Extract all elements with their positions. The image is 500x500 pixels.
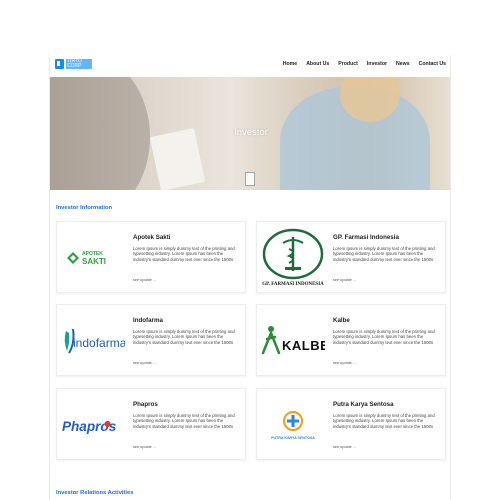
section-title-investor-relations: Investor Relations Activities	[56, 490, 134, 496]
company-card-kalbe: KALBE Kalbe Lorem Ipsum is simply dummy …	[256, 304, 446, 376]
nav-contact-us[interactable]: Contact Us	[419, 61, 446, 67]
nav-product[interactable]: Product	[338, 61, 358, 67]
company-description: Lorem Ipsum is simply dummy text of the …	[133, 246, 235, 262]
indofarma-logo: indofarma	[61, 309, 125, 373]
section-title-investor-information: Investor Information	[56, 205, 113, 211]
company-name: Apotek Sakti	[133, 234, 171, 241]
gp-farmasi-logo: GP. FARMASI INDONESIA	[261, 226, 325, 290]
see-update-link[interactable]: see update ...	[333, 278, 356, 282]
apotek-sakti-logo-bottom: SAKTI	[82, 257, 106, 266]
hero-banner: Investor	[50, 77, 450, 190]
page: TIRTO CORP Home About Us Product Investo…	[49, 55, 451, 500]
logo-text-line2: CORP	[67, 63, 82, 69]
phapros-logo: Phapros	[61, 393, 125, 457]
kalbe-logo-text: KALBE	[282, 338, 325, 353]
nav-home[interactable]: Home	[283, 61, 297, 67]
company-description: Lorem Ipsum is simply dummy text of the …	[133, 329, 235, 345]
nav-about-us[interactable]: About Us	[306, 61, 329, 67]
apotek-sakti-logo: APOTEK SAKTI	[61, 226, 125, 290]
company-description: Lorem Ipsum is simply dummy text of the …	[333, 246, 435, 262]
putra-karya-sentosa-logo-text: PUTRA KARYA SENTOSA	[271, 436, 315, 440]
company-name: GP. Farmasi Indonesia	[333, 234, 399, 241]
company-description: Lorem Ipsum is simply dummy text of the …	[333, 329, 435, 345]
company-name: Phapros	[133, 401, 158, 408]
gp-farmasi-logo-caption: GP. FARMASI INDONESIA	[262, 282, 324, 287]
company-card-apotek-sakti: APOTEK SAKTI Apotek Sakti Lorem Ipsum is…	[56, 221, 246, 293]
kalbe-logo: KALBE	[261, 309, 325, 373]
logo-icon	[55, 59, 64, 69]
main-nav: Home About Us Product Investor News Cont…	[274, 61, 446, 67]
company-name: Putra Karya Sentosa	[333, 401, 394, 408]
logo-wordmark: TIRTO CORP	[66, 59, 92, 69]
site-header: TIRTO CORP Home About Us Product Investo…	[50, 55, 450, 77]
company-card-indofarma: indofarma Indofarma Lorem Ipsum is simpl…	[56, 304, 246, 376]
company-description: Lorem Ipsum is simply dummy text of the …	[333, 413, 435, 429]
company-name: Indofarma	[133, 317, 163, 324]
company-card-phapros: Phapros Phapros Lorem Ipsum is simply du…	[56, 388, 246, 460]
indofarma-logo-text: indofarma	[73, 336, 125, 350]
see-update-link[interactable]: see update ...	[133, 361, 156, 365]
see-update-link[interactable]: see update ...	[333, 445, 356, 449]
company-card-putra-karya-sentosa: PUTRA KARYA SENTOSA Putra Karya Sentosa …	[256, 388, 446, 460]
see-update-link[interactable]: see update ...	[333, 361, 356, 365]
site-logo[interactable]: TIRTO CORP	[55, 59, 92, 69]
nav-news[interactable]: News	[396, 61, 410, 67]
nav-investor[interactable]: Investor	[367, 61, 387, 67]
putra-karya-sentosa-logo: PUTRA KARYA SENTOSA	[261, 393, 325, 457]
company-card-gp-farmasi: GP. FARMASI INDONESIA GP. Farmasi Indone…	[256, 221, 446, 293]
company-name: Kalbe	[333, 317, 350, 324]
see-update-link[interactable]: see update ...	[133, 278, 156, 282]
hero-title: Investor	[234, 127, 268, 138]
company-description: Lorem Ipsum is simply dummy text of the …	[133, 413, 235, 429]
see-update-link[interactable]: see update ...	[133, 445, 156, 449]
